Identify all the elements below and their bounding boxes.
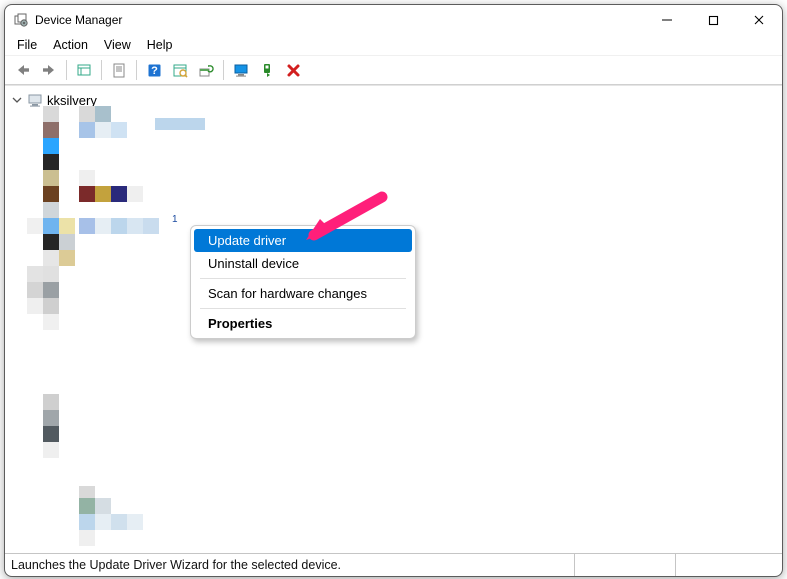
status-bar: Launches the Update Driver Wizard for th… [5, 553, 782, 576]
context-menu: Update driver Uninstall device Scan for … [190, 225, 416, 339]
status-text: Launches the Update Driver Wizard for th… [11, 558, 574, 572]
ctx-item-label: Uninstall device [208, 256, 299, 271]
show-hidden-devices-button[interactable] [72, 58, 96, 82]
ctx-properties[interactable]: Properties [194, 312, 412, 335]
toolbar-separator [66, 60, 67, 80]
ctx-item-label: Scan for hardware changes [208, 286, 367, 301]
forward-button[interactable] [37, 58, 61, 82]
minimize-button[interactable] [644, 5, 690, 35]
update-driver-button[interactable] [194, 58, 218, 82]
window-title: Device Manager [35, 13, 122, 27]
ctx-separator [200, 278, 406, 279]
back-button[interactable] [11, 58, 35, 82]
monitor-icon-button[interactable] [229, 58, 253, 82]
menu-action[interactable]: Action [45, 36, 96, 54]
ctx-separator [200, 308, 406, 309]
title-bar: Device Manager [5, 5, 782, 35]
toolbar-separator [136, 60, 137, 80]
caret-down-icon[interactable] [11, 94, 23, 106]
menu-view[interactable]: View [96, 36, 139, 54]
menu-bar: File Action View Help [5, 35, 782, 55]
menu-file[interactable]: File [9, 36, 45, 54]
ctx-uninstall[interactable]: Uninstall device [194, 252, 412, 275]
svg-text:?: ? [151, 65, 158, 77]
ctx-item-label: Update driver [208, 233, 286, 248]
scan-hardware-button[interactable] [168, 58, 192, 82]
toolbar-separator [223, 60, 224, 80]
selection-marker: 1 [172, 214, 178, 225]
enable-device-button[interactable] [255, 58, 279, 82]
menu-help[interactable]: Help [139, 36, 181, 54]
ctx-item-label: Properties [208, 316, 272, 331]
maximize-button[interactable] [690, 5, 736, 35]
properties-button[interactable] [107, 58, 131, 82]
toolbar-separator [101, 60, 102, 80]
uninstall-button[interactable] [281, 58, 305, 82]
status-cell [574, 554, 675, 576]
device-tree[interactable]: kksilvery [5, 85, 782, 553]
close-button[interactable] [736, 5, 782, 35]
ctx-scan-hardware[interactable]: Scan for hardware changes [194, 282, 412, 305]
ctx-update-driver[interactable]: Update driver [194, 229, 412, 252]
toolbar: ? [5, 55, 782, 85]
help-button[interactable]: ? [142, 58, 166, 82]
status-cell [675, 554, 776, 576]
device-manager-window: Device Manager File Action View Help [4, 4, 783, 577]
app-icon [13, 12, 29, 28]
